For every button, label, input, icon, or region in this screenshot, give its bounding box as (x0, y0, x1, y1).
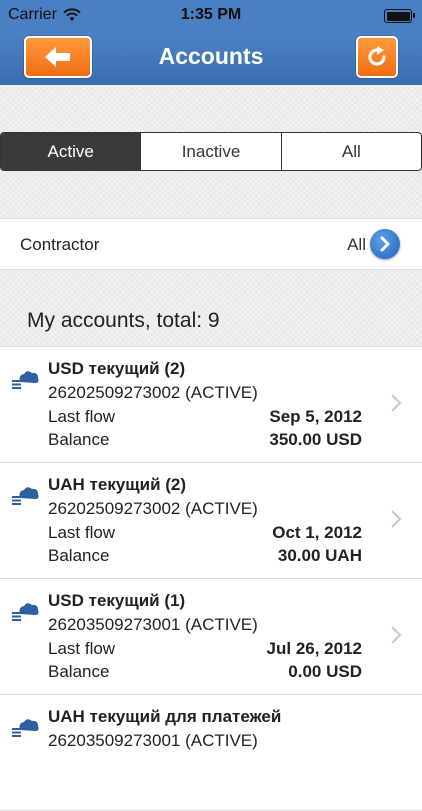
disclosure-arrow-icon (380, 236, 390, 252)
tab-active[interactable]: Active (1, 133, 142, 170)
accounts-list: USD текущий (2) 26202509273002 (ACTIVE) … (0, 346, 422, 811)
cloud-server-icon (12, 371, 39, 389)
account-name: UAH текущий (2) (48, 475, 187, 494)
nav-bar: Accounts (0, 32, 422, 85)
account-name: USD текущий (1) (48, 591, 186, 610)
battery-icon (384, 9, 415, 23)
contractor-value: All (347, 235, 366, 254)
cloud-server-icon (12, 603, 39, 621)
last-flow-value: Jul 26, 2012 (266, 639, 362, 658)
account-row[interactable]: UAH текущий для платежей 26203509273001 … (0, 695, 422, 811)
refresh-button[interactable] (356, 36, 398, 78)
chevron-right-icon (391, 626, 402, 644)
last-flow-label: Last flow (48, 407, 116, 426)
last-flow-label: Last flow (48, 523, 116, 542)
contractor-row[interactable]: Contractor All (0, 218, 422, 270)
refresh-icon (368, 46, 386, 66)
account-row[interactable]: USD текущий (1) 26203509273001 (ACTIVE) … (0, 579, 422, 695)
balance-value: 0.00 USD (288, 662, 362, 681)
status-bar: Carrier 1:35 PM (0, 0, 422, 32)
disclosure-button[interactable] (370, 229, 400, 259)
account-name: USD текущий (2) (48, 359, 186, 378)
account-number: 26203509273001 (ACTIVE) (48, 615, 258, 634)
section-title: My accounts, total: 9 (27, 309, 220, 332)
account-row[interactable]: UAH текущий (2) 26202509273002 (ACTIVE) … (0, 463, 422, 579)
balance-label: Balance (48, 546, 110, 565)
account-number: 26203509273001 (ACTIVE) (48, 731, 258, 750)
chevron-right-icon (391, 394, 402, 412)
balance-label: Balance (48, 430, 110, 449)
account-number: 26202509273002 (ACTIVE) (48, 499, 258, 518)
tab-inactive[interactable]: Inactive (141, 133, 282, 170)
cloud-server-icon (12, 719, 39, 737)
balance-label: Balance (48, 662, 110, 681)
chevron-right-icon (391, 510, 402, 528)
cloud-server-icon (12, 487, 39, 505)
status-time: 1:35 PM (180, 6, 242, 23)
account-number: 26202509273002 (ACTIVE) (48, 383, 258, 402)
last-flow-label: Last flow (48, 639, 116, 658)
tab-all[interactable]: All (282, 133, 421, 170)
last-flow-value: Sep 5, 2012 (269, 407, 362, 426)
last-flow-value: Oct 1, 2012 (272, 523, 362, 542)
balance-value: 30.00 UAH (277, 546, 362, 565)
account-row[interactable]: USD текущий (2) 26202509273002 (ACTIVE) … (0, 347, 422, 463)
account-name: UAH текущий для платежей (48, 707, 282, 726)
status-filter: Active Inactive All (0, 132, 422, 171)
balance-value: 350.00 USD (269, 430, 362, 449)
contractor-label: Contractor (20, 235, 100, 254)
